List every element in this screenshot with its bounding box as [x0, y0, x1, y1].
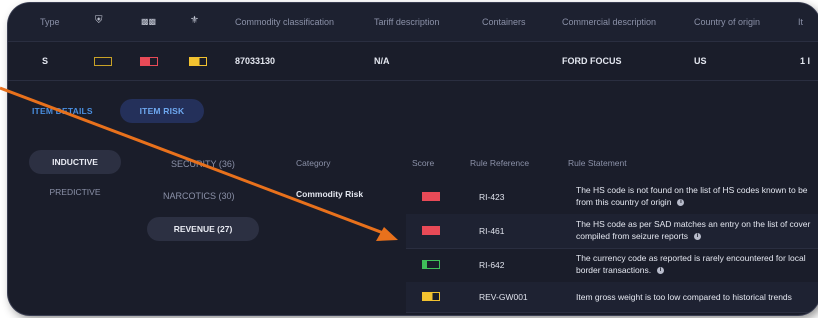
col-type: Type — [40, 17, 60, 27]
category-narcotics[interactable]: NARCOTICS (30) — [163, 191, 235, 201]
col-containers: Containers — [482, 17, 526, 27]
rule-statement: The HS code as per SAD matches an entry … — [576, 219, 811, 241]
rule-reference: REV-GW001 — [479, 292, 528, 302]
rule-statement: The HS code is not found on the list of … — [576, 185, 808, 207]
rule-row-2[interactable]: RI-461 The HS code as per SAD matches an… — [406, 214, 818, 249]
category-value: Commodity Risk — [296, 189, 364, 199]
category-revenue[interactable]: REVENUE (27) — [147, 217, 259, 241]
item-commercial-description: FORD FOCUS — [562, 56, 622, 66]
col-commercial-description: Commercial description — [562, 17, 657, 27]
rule-row-4[interactable]: REV-GW001 Item gross weight is too low c… — [406, 282, 818, 313]
item-commodity-classification: 87033130 — [235, 56, 276, 66]
th-rule-statement: Rule Statement — [568, 158, 627, 168]
rule-statement: The currency code as reported is rarely … — [576, 253, 806, 275]
rule-row-1[interactable]: RI-423 The HS code is not found on the l… — [406, 180, 818, 215]
item-type: S — [42, 56, 49, 66]
th-score: Score — [412, 158, 435, 168]
rule-reference: RI-642 — [479, 260, 505, 270]
shield-icon: ⛨ — [95, 15, 103, 26]
info-icon[interactable]: i — [657, 267, 665, 275]
risk-type-inductive[interactable]: INDUCTIVE — [29, 150, 121, 174]
rule-row-3[interactable]: RI-642 The currency code as reported is … — [406, 248, 818, 283]
badge-icon: ▩▩ — [141, 17, 157, 26]
item-tariff-description: N/A — [374, 56, 390, 66]
risk-type-predictive[interactable]: PREDICTIVE — [29, 180, 121, 204]
th-category: Category — [296, 158, 331, 168]
col-commodity-classification: Commodity classification — [235, 17, 335, 27]
rule-statement: Item gross weight is too low compared to… — [576, 292, 792, 302]
col-country-of-origin: Country of origin — [694, 17, 761, 27]
col-tariff-description: Tariff description — [374, 17, 440, 27]
eagle-risk-indicator — [189, 57, 207, 66]
item-country-of-origin: US — [694, 56, 707, 66]
score-indicator — [422, 192, 440, 201]
rule-reference: RI-423 — [479, 192, 505, 202]
table-header-row: Type ⛨ ▩▩ ⚜ Commodity classification Tar… — [8, 3, 818, 42]
item-number: 1 I — [800, 56, 811, 66]
tab-item-details[interactable]: ITEM DETAILS — [32, 99, 93, 123]
item-row[interactable]: S 87033130 N/A FORD FOCUS US 1 I — [8, 42, 818, 81]
eagle-icon: ⚜ — [190, 15, 199, 26]
score-indicator — [422, 260, 440, 269]
tab-item-risk[interactable]: ITEM RISK — [120, 99, 204, 123]
shield-risk-indicator — [94, 57, 112, 66]
category-security[interactable]: SECURITY (36) — [171, 159, 235, 169]
score-indicator — [422, 292, 440, 301]
th-rule-reference: Rule Reference — [470, 158, 530, 168]
badge-risk-indicator — [140, 57, 158, 66]
info-icon[interactable]: i — [693, 233, 701, 241]
app-window: Type ⛨ ▩▩ ⚜ Commodity classification Tar… — [8, 3, 818, 315]
score-indicator — [422, 226, 440, 235]
col-item: It — [798, 17, 804, 27]
rule-reference: RI-461 — [479, 226, 505, 236]
info-icon[interactable]: i — [677, 199, 685, 207]
